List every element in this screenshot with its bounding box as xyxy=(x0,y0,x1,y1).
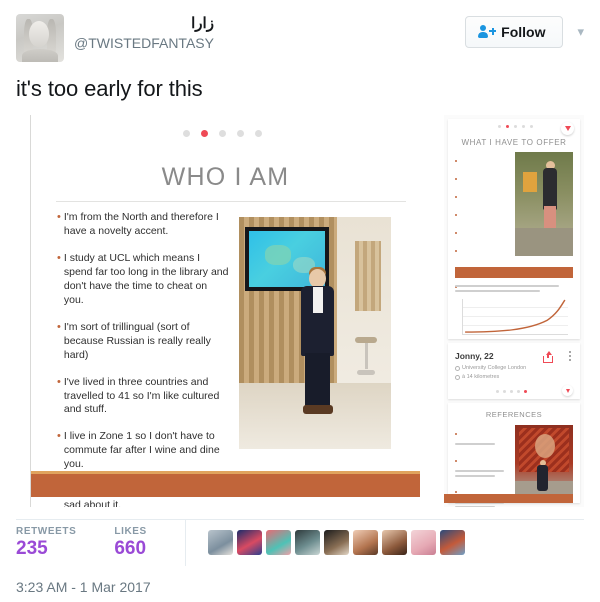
liker-avatars xyxy=(184,519,465,566)
list-item-text: I live in Zone 1 so I don't have to comm… xyxy=(63,430,220,471)
chevron-down-icon[interactable]: ▾ xyxy=(577,24,584,40)
retweets-label: RETWEETS xyxy=(16,525,77,537)
profile-distance-text: à 14 kilometres xyxy=(462,374,500,380)
tweet-media[interactable]: WHO I AM • I'm from the North and theref… xyxy=(16,115,584,507)
likes-stat[interactable]: LIKES 660 xyxy=(114,526,184,560)
panel-slide-offer[interactable]: WHAT I HAVE TO OFFER xyxy=(448,119,580,339)
panel-slide-references[interactable]: REFERENCES xyxy=(444,403,580,507)
bullet-marker: • xyxy=(57,320,61,333)
download-button[interactable] xyxy=(562,385,573,396)
panel-slide-photo xyxy=(515,425,573,495)
download-button[interactable] xyxy=(561,122,574,135)
share-icon[interactable] xyxy=(542,351,554,364)
preview-panel[interactable]: WHAT I HAVE TO OFFER Jonny, 22 Universit… xyxy=(444,115,584,507)
tweet-text: it's too early for this xyxy=(16,76,203,101)
follow-area: Follow ▾ xyxy=(465,14,584,48)
list-item-text: I study at UCL which means I spend far t… xyxy=(63,251,229,306)
profile-name: Jonny, 22 xyxy=(455,351,494,361)
tweet-stats: RETWEETS 235 LIKES 660 xyxy=(16,519,584,566)
carousel-dot[interactable] xyxy=(255,130,262,137)
avatar[interactable] xyxy=(439,530,465,555)
carousel-dot-active[interactable] xyxy=(201,130,208,137)
avatar[interactable] xyxy=(352,530,378,555)
exponential-curve-chart xyxy=(465,299,566,333)
panel-carousel-dots xyxy=(496,390,527,393)
avatar[interactable] xyxy=(207,530,233,555)
retweets-stat[interactable]: RETWEETS 235 xyxy=(16,526,114,560)
carousel-dot[interactable] xyxy=(219,130,226,137)
user-names: زارا @TWISTEDFANTASY xyxy=(74,14,214,52)
profile-school: University College London xyxy=(455,365,526,371)
more-options-icon[interactable] xyxy=(569,351,571,363)
carousel-dot[interactable] xyxy=(237,130,244,137)
avatar[interactable] xyxy=(236,530,262,555)
list-item-text: I've lived in three countries and travel… xyxy=(63,375,220,416)
avatar[interactable] xyxy=(323,530,349,555)
user-handle[interactable]: @TWISTEDFANTASY xyxy=(74,35,214,53)
carousel-dot[interactable] xyxy=(183,130,190,137)
panel-slide-photo xyxy=(515,152,573,256)
bullet-marker: • xyxy=(57,211,61,223)
divider xyxy=(56,201,406,202)
slide-accent-bar xyxy=(31,471,420,497)
profile-school-text: University College London xyxy=(462,365,527,371)
download-arrow-icon xyxy=(564,126,571,131)
list-item xyxy=(455,452,511,477)
follow-button[interactable]: Follow xyxy=(465,16,564,48)
list-item: • I've lived in three countries and trav… xyxy=(57,376,229,418)
retweets-count: 235 xyxy=(16,537,48,559)
list-item: • I'm from the North and therefore I hav… xyxy=(57,211,229,239)
slide-title: WHO I AM xyxy=(161,163,290,191)
tweet-timestamp[interactable]: 3:23 AM - 1 Mar 2017 xyxy=(0,565,600,595)
list-item-text: I'm sort of trillingual (sort of because… xyxy=(63,320,211,361)
avatar[interactable] xyxy=(16,14,64,62)
panel-profile-card[interactable]: Jonny, 22 University College London à 14… xyxy=(448,343,580,399)
bullet-marker: • xyxy=(57,430,61,443)
panel-slide-title: WHAT I HAVE TO OFFER xyxy=(461,138,567,147)
slide-bullet-list: • I'm from the North and therefore I hav… xyxy=(57,211,229,507)
panel-carousel-dots xyxy=(498,125,533,128)
avatar-art xyxy=(29,21,49,47)
list-item: • I study at UCL which means I spend far… xyxy=(57,252,229,308)
avatar[interactable] xyxy=(294,530,320,555)
location-pin-icon xyxy=(455,374,460,380)
list-item-text: I'm from the North and therefore I have … xyxy=(63,211,219,237)
avatar[interactable] xyxy=(410,530,436,555)
person-plus-icon xyxy=(478,25,497,39)
list-item: • I'm sort of trillingual (sort of becau… xyxy=(57,321,229,363)
panel-accent-bar xyxy=(444,494,573,503)
tweet-header: زارا @TWISTEDFANTASY Follow ▾ xyxy=(0,0,600,62)
slide-photo xyxy=(239,217,391,449)
display-name[interactable]: زارا xyxy=(74,15,214,34)
tweet-card: زارا @TWISTEDFANTASY Follow ▾ it's too e… xyxy=(0,0,600,602)
slide-who-i-am[interactable]: WHO I AM • I'm from the North and theref… xyxy=(30,115,420,507)
avatar-art xyxy=(22,49,58,62)
panel-chart-caption xyxy=(455,285,573,294)
bullet-marker: • xyxy=(57,251,61,264)
list-item xyxy=(455,425,511,445)
avatar[interactable] xyxy=(381,530,407,555)
follow-button-label: Follow xyxy=(501,24,546,40)
download-arrow-icon xyxy=(565,388,570,393)
panel-chart xyxy=(462,299,568,335)
panel-accent-bar xyxy=(455,267,573,278)
profile-distance: à 14 kilometres xyxy=(455,374,499,380)
avatar[interactable] xyxy=(265,530,291,555)
likes-label: LIKES xyxy=(114,525,147,537)
likes-count: 660 xyxy=(114,537,147,559)
carousel-dots xyxy=(183,130,262,137)
graduation-cap-icon xyxy=(455,365,460,371)
list-item: • I live in Zone 1 so I don't have to co… xyxy=(57,430,229,472)
bullet-marker: • xyxy=(57,375,61,388)
panel-slide-title: REFERENCES xyxy=(485,410,543,419)
